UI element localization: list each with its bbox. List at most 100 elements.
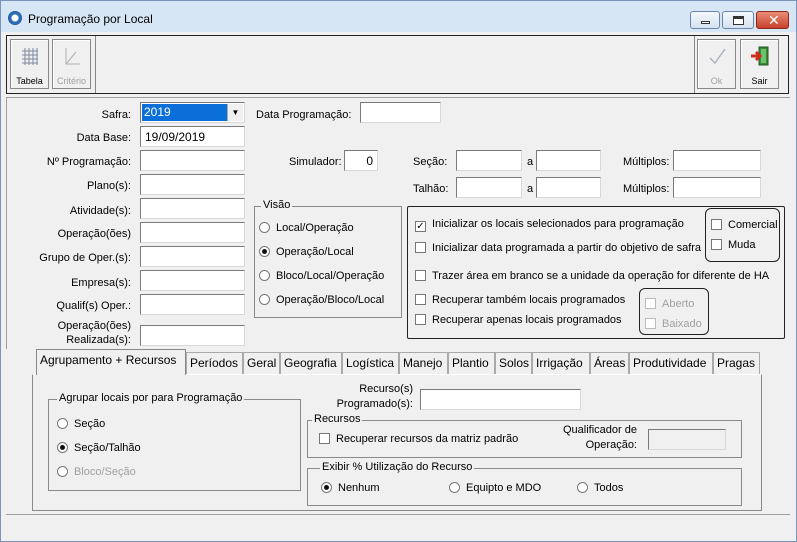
recuperar-apenas-checkbox[interactable]: Recuperar apenas locais programados bbox=[415, 314, 622, 326]
plano-field[interactable] bbox=[140, 174, 245, 195]
recursos-title: Recursos bbox=[312, 413, 363, 425]
secao-from-field[interactable] bbox=[456, 150, 522, 171]
criterio-button[interactable]: Critério bbox=[52, 39, 91, 89]
comercial-checkbox[interactable]: Comercial bbox=[711, 219, 778, 231]
inicializar-data-label: Inicializar data programada a partir do … bbox=[432, 242, 702, 254]
radio-icon bbox=[259, 222, 270, 233]
visao-radio-3[interactable]: Operação/Bloco/Local bbox=[259, 294, 384, 306]
grupo-oper-field[interactable] bbox=[140, 246, 245, 267]
visao-title: Visão bbox=[261, 199, 293, 211]
title-bar: Programação por Local ✕ bbox=[1, 1, 796, 32]
data-programacao-field[interactable] bbox=[360, 102, 441, 123]
simulador-label: Simulador: bbox=[289, 156, 342, 168]
operacao-realizada-label-2: Realizada(s): bbox=[66, 334, 131, 346]
data-base-field[interactable]: 19/09/2019 bbox=[140, 126, 245, 147]
checkbox-icon bbox=[711, 239, 722, 250]
qualificador-label-2: Operação: bbox=[585, 439, 637, 451]
visao-radio-0-label: Local/Operação bbox=[276, 222, 354, 234]
qualif-oper-field[interactable] bbox=[140, 294, 245, 315]
empresa-field[interactable] bbox=[140, 270, 245, 291]
close-icon: ✕ bbox=[768, 12, 780, 28]
radio-icon bbox=[57, 466, 68, 477]
chevron-down-icon[interactable]: ▼ bbox=[227, 104, 243, 121]
secao-multiplos-field[interactable] bbox=[673, 150, 761, 171]
app-icon bbox=[8, 11, 22, 25]
exibir-radio-0[interactable]: Nenhum bbox=[321, 482, 380, 494]
minimize-icon bbox=[701, 21, 710, 24]
talhao-to-field[interactable] bbox=[536, 177, 601, 198]
checkbox-icon bbox=[415, 314, 426, 325]
recursos-programados-label-1: Recurso(s) bbox=[359, 383, 413, 395]
recuperar-matriz-label: Recuperar recursos da matriz padrão bbox=[336, 433, 519, 445]
bottom-divider bbox=[6, 514, 790, 515]
visao-radio-1[interactable]: Operação/Local bbox=[259, 246, 354, 258]
atividade-field[interactable] bbox=[140, 198, 245, 219]
secao-label: Seção: bbox=[413, 156, 448, 168]
recursos-programados-field[interactable] bbox=[420, 389, 581, 410]
tabela-button[interactable]: Tabela bbox=[10, 39, 49, 89]
tab-plantio[interactable]: Plantio bbox=[448, 352, 495, 374]
grupo-oper-label: Grupo de Oper.(s): bbox=[39, 252, 131, 264]
tab-agrupamento-recursos[interactable]: Agrupamento + Recursos bbox=[36, 349, 186, 375]
inicializar-data-checkbox[interactable]: Inicializar data programada a partir do … bbox=[415, 242, 701, 254]
operacao-field[interactable] bbox=[140, 222, 245, 243]
talhao-from-field[interactable] bbox=[456, 177, 522, 198]
visao-radio-0[interactable]: Local/Operação bbox=[259, 222, 354, 234]
agrupar-radio-2[interactable]: Bloco/Seção bbox=[57, 466, 136, 478]
main-window: Programação por Local ✕ Tabela Critério bbox=[0, 0, 797, 542]
muda-checkbox[interactable]: Muda bbox=[711, 239, 756, 251]
tab-pragas[interactable]: Pragas bbox=[713, 352, 760, 374]
safra-select[interactable]: 2019 ▼ bbox=[140, 102, 245, 123]
talhao-multiplos-field[interactable] bbox=[673, 177, 761, 198]
tab-solos[interactable]: Solos bbox=[495, 352, 532, 374]
agrupar-radio-2-label: Bloco/Seção bbox=[74, 466, 136, 478]
exibir-radio-2-label: Todos bbox=[594, 482, 624, 494]
tab-produtividade[interactable]: Produtividade bbox=[629, 352, 713, 374]
num-programacao-field[interactable] bbox=[140, 150, 245, 171]
exibir-radio-0-label: Nenhum bbox=[338, 482, 380, 494]
agrupar-radio-0-label: Seção bbox=[74, 418, 106, 430]
qualificador-field[interactable] bbox=[648, 429, 726, 450]
tab-logística[interactable]: Logística bbox=[342, 352, 399, 374]
num-programacao-label: Nº Programação: bbox=[46, 156, 131, 168]
tab-manejo[interactable]: Manejo bbox=[399, 352, 448, 374]
empresa-label: Empresa(s): bbox=[71, 277, 131, 289]
agrupar-radio-1[interactable]: Seção/Talhão bbox=[57, 442, 141, 454]
radio-selected-icon bbox=[259, 246, 270, 257]
ok-button[interactable]: Ok bbox=[697, 39, 736, 89]
tab-geral[interactable]: Geral bbox=[243, 352, 280, 374]
window-title: Programação por Local bbox=[28, 12, 153, 26]
tab-geografia[interactable]: Geografia bbox=[280, 352, 342, 374]
exibir-radio-2[interactable]: Todos bbox=[577, 482, 623, 494]
secao-to-field[interactable] bbox=[536, 150, 601, 171]
toolbar-spacer bbox=[95, 36, 695, 93]
comercial-label: Comercial bbox=[728, 219, 778, 231]
trazer-area-checkbox[interactable]: Trazer área em branco se a unidade da op… bbox=[415, 270, 769, 282]
tab-períodos[interactable]: Períodos bbox=[186, 352, 243, 374]
tab-irrigação[interactable]: Irrigação bbox=[532, 352, 590, 374]
checkbox-icon bbox=[645, 318, 656, 329]
criterio-label: Critério bbox=[56, 76, 86, 86]
secao-multiplos-label: Múltiplos: bbox=[623, 156, 670, 168]
visao-radio-2[interactable]: Bloco/Local/Operação bbox=[259, 270, 384, 282]
baixado-checkbox[interactable]: Baixado bbox=[645, 318, 702, 330]
qualificador-label-1: Qualificador de bbox=[563, 424, 637, 436]
recuperar-matriz-checkbox[interactable]: Recuperar recursos da matriz padrão bbox=[319, 433, 518, 445]
aberto-checkbox[interactable]: Aberto bbox=[645, 298, 694, 310]
simulador-field[interactable]: 0 bbox=[344, 150, 378, 171]
exibir-radio-1[interactable]: Equipto e MDO bbox=[449, 482, 541, 494]
checkbox-icon bbox=[415, 270, 426, 281]
agrupar-radio-0[interactable]: Seção bbox=[57, 418, 105, 430]
operacao-realizada-field[interactable] bbox=[140, 325, 245, 346]
agrupar-radio-1-label: Seção/Talhão bbox=[74, 442, 141, 454]
recuperar-tambem-checkbox[interactable]: Recuperar também locais programados bbox=[415, 294, 625, 306]
inicializar-locais-checkbox[interactable]: ✓ Inicializar os locais selecionados para… bbox=[415, 218, 684, 232]
tipo-box bbox=[705, 208, 780, 262]
close-button[interactable]: ✕ bbox=[756, 11, 789, 29]
minimize-button[interactable] bbox=[690, 11, 720, 29]
maximize-button[interactable] bbox=[722, 11, 754, 29]
trazer-area-label: Trazer área em branco se a unidade da op… bbox=[432, 270, 770, 282]
tab-áreas[interactable]: Áreas bbox=[590, 352, 629, 374]
qualif-oper-label: Qualif(s) Oper.: bbox=[56, 300, 131, 312]
sair-button[interactable]: Sair bbox=[740, 39, 779, 89]
